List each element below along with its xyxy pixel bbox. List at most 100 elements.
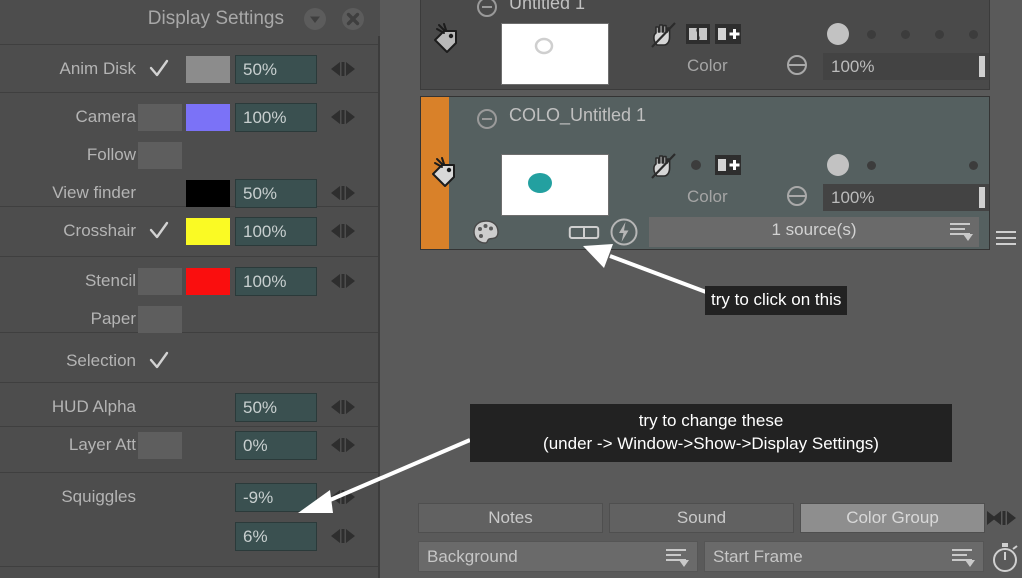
glasses-icon[interactable]: [568, 225, 600, 245]
app-root: Display Settings Anim Disk 50% Camera 100% F…: [0, 0, 1022, 578]
filter-dots-selected[interactable]: [827, 154, 987, 178]
hamburger-icon[interactable]: [996, 231, 1016, 247]
left-right-arrows-icon[interactable]: [330, 273, 356, 289]
palette-icon[interactable]: [473, 220, 499, 249]
left-right-arrows-icon[interactable]: [987, 510, 1017, 531]
column-title-top: Untitled 1: [509, 0, 586, 13]
left-right-arrows-icon[interactable]: [330, 399, 356, 415]
value-input[interactable]: 100%: [235, 267, 317, 296]
color-swatch[interactable]: [186, 56, 230, 83]
value-input[interactable]: 50%: [235, 393, 317, 422]
toggle-box[interactable]: [138, 142, 182, 169]
column-thumbnail-top[interactable]: [501, 23, 609, 85]
checkbox-checked[interactable]: [148, 220, 170, 242]
filter-dot[interactable]: [867, 30, 876, 39]
sources-field[interactable]: 1 source(s): [649, 217, 979, 247]
list-dropdown-icon[interactable]: [951, 547, 977, 574]
value-input[interactable]: 50%: [235, 179, 317, 208]
value-text: 50%: [243, 60, 278, 79]
stopwatch-icon[interactable]: [990, 541, 1020, 578]
chevron-down-icon[interactable]: [304, 8, 326, 30]
start-frame-combo[interactable]: Start Frame: [704, 541, 984, 572]
setting-row-hud-alpha[interactable]: HUD Alpha 50%: [0, 388, 378, 426]
setting-label: Selection: [66, 351, 136, 370]
tab-notes[interactable]: Notes: [418, 503, 603, 533]
filter-dot-active[interactable]: [827, 23, 849, 45]
add-column-icon[interactable]: [715, 24, 741, 49]
value-input[interactable]: 6%: [235, 522, 317, 551]
opacity-slider-top[interactable]: 100%: [823, 53, 989, 80]
minus-circle-icon[interactable]: [477, 109, 497, 129]
hand-lock-icon[interactable]: [650, 21, 676, 52]
slider-handle[interactable]: [979, 187, 985, 208]
column-header-selected[interactable]: COLO_Untitled 1 Color 100% 1 source(s): [420, 96, 990, 250]
tab-color-group[interactable]: Color Group: [800, 503, 985, 533]
setting-row-anim-disk[interactable]: Anim Disk 50%: [0, 50, 378, 88]
lock-state-dot[interactable]: [691, 160, 701, 170]
left-right-arrows-icon[interactable]: [330, 109, 356, 125]
left-right-arrows-icon[interactable]: [330, 223, 356, 239]
setting-row-squiggles[interactable]: Squiggles -9%: [0, 478, 378, 516]
filter-circle-icon[interactable]: [786, 185, 808, 212]
checkbox-checked[interactable]: [148, 350, 170, 372]
setting-row-paper[interactable]: Paper: [0, 300, 378, 338]
add-column-icon[interactable]: [715, 155, 741, 180]
filter-dot[interactable]: [901, 30, 910, 39]
value-text: 100%: [243, 108, 287, 127]
checkbox-checked[interactable]: [148, 58, 170, 80]
tab-sound[interactable]: Sound: [609, 503, 794, 533]
setting-row-view-finder[interactable]: View finder 50%: [0, 174, 378, 212]
color-swatch[interactable]: [186, 104, 230, 131]
filter-dot[interactable]: [935, 30, 944, 39]
filter-dot[interactable]: [867, 161, 876, 170]
filter-dot[interactable]: [969, 30, 978, 39]
toggle-box[interactable]: [138, 432, 182, 459]
left-right-arrows-icon[interactable]: [330, 489, 356, 505]
left-right-arrows-icon[interactable]: [330, 61, 356, 77]
value-input[interactable]: 0%: [235, 431, 317, 460]
list-dropdown-icon[interactable]: [949, 221, 975, 248]
filter-dot-active[interactable]: [827, 154, 849, 176]
left-right-arrows-icon[interactable]: [330, 185, 356, 201]
filter-circle-icon[interactable]: [786, 54, 808, 81]
tab-label: Sound: [676, 508, 727, 527]
left-right-arrows-icon[interactable]: [330, 528, 356, 544]
column-thumbnail-selected[interactable]: [501, 154, 609, 216]
list-dropdown-icon[interactable]: [665, 547, 691, 574]
flash-circle-icon[interactable]: [609, 217, 639, 252]
filter-dots-top[interactable]: [827, 23, 987, 47]
value-input[interactable]: 50%: [235, 55, 317, 84]
value-input[interactable]: 100%: [235, 103, 317, 132]
slider-handle[interactable]: [979, 56, 985, 77]
setting-row-selection[interactable]: Selection: [0, 342, 378, 380]
left-right-arrows-icon[interactable]: [330, 437, 356, 453]
filter-dot[interactable]: [969, 161, 978, 170]
setting-row-camera[interactable]: Camera 100%: [0, 98, 378, 136]
hand-lock-icon[interactable]: [650, 152, 676, 183]
swap-icon[interactable]: [686, 24, 710, 49]
setting-row-follow[interactable]: Follow: [0, 136, 378, 174]
setting-label: Camera: [75, 107, 136, 126]
value-input[interactable]: -9%: [235, 483, 317, 512]
background-label: Background: [427, 547, 518, 566]
opacity-value-selected: 100%: [831, 188, 875, 207]
setting-row-extra[interactable]: 6%: [0, 517, 378, 555]
opacity-value-top: 100%: [831, 57, 875, 76]
minus-circle-icon[interactable]: [477, 0, 497, 17]
opacity-slider-selected[interactable]: 100%: [823, 184, 989, 211]
color-swatch[interactable]: [186, 268, 230, 295]
toggle-box[interactable]: [138, 306, 182, 333]
setting-row-stencil[interactable]: Stencil 100%: [0, 262, 378, 300]
background-combo[interactable]: Background: [418, 541, 698, 572]
setting-row-layer-att[interactable]: Layer Att 0%: [0, 426, 378, 464]
toggle-box[interactable]: [138, 104, 182, 131]
value-input[interactable]: 100%: [235, 217, 317, 246]
toggle-box[interactable]: [138, 268, 182, 295]
tag-hand-icon[interactable]: [429, 155, 461, 192]
setting-row-crosshair[interactable]: Crosshair 100%: [0, 212, 378, 250]
column-header-top[interactable]: Untitled 1 Color 100%: [420, 0, 990, 90]
close-icon[interactable]: [342, 8, 364, 30]
color-swatch[interactable]: [186, 180, 230, 207]
tag-hand-icon[interactable]: [431, 21, 463, 58]
color-swatch[interactable]: [186, 218, 230, 245]
